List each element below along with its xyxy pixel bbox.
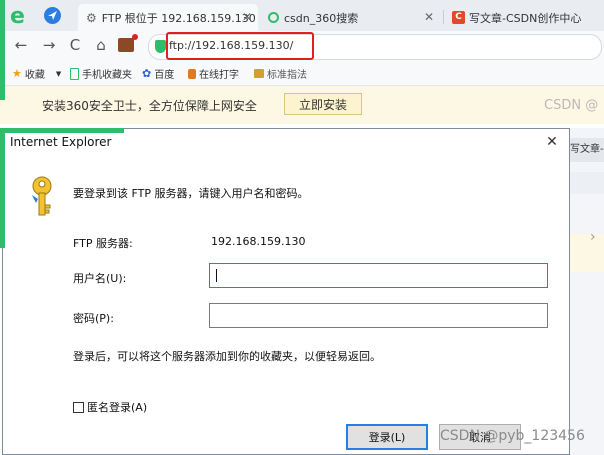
- install-button[interactable]: 立即安装: [284, 93, 362, 115]
- tab-label: FTP 根位于 192.168.159.130: [101, 11, 256, 25]
- svg-text:e: e: [10, 4, 25, 27]
- background-page: 写文章- ›: [570, 128, 604, 455]
- background-tab-fragment: 写文章-: [570, 138, 604, 162]
- green-highlight-top: [2, 128, 124, 133]
- dialog-prompt: 要登录到该 FTP 服务器，请键入用户名和密码。: [73, 187, 309, 200]
- notification-dot-icon: [132, 34, 138, 40]
- infobar-message: 安装360安全卫士，全方位保障上网安全: [42, 99, 257, 113]
- green-highlight-left-top: [0, 0, 5, 100]
- browser-logo-icon: e: [8, 3, 32, 29]
- globe-icon: ⚙: [86, 10, 97, 25]
- background-row: [570, 172, 604, 194]
- close-icon[interactable]: ✕: [424, 10, 434, 24]
- send-icon[interactable]: [44, 7, 61, 24]
- username-label: 用户名(U):: [73, 272, 127, 285]
- close-icon[interactable]: ✕: [242, 10, 252, 24]
- green-highlight-left: [0, 128, 5, 248]
- tab-csdn-write[interactable]: C 写文章-CSDN创作中心: [446, 4, 604, 31]
- tab-ftp[interactable]: ⚙ FTP 根位于 192.168.159.130 ✕: [78, 4, 258, 31]
- login-button[interactable]: 登录(L): [346, 424, 428, 450]
- chevron-down-icon: ▼: [55, 69, 62, 78]
- url-highlight-box: [166, 32, 314, 60]
- text-cursor: [216, 269, 217, 282]
- bookmark-label: 收藏: [24, 70, 45, 81]
- login-dialog: Internet Explorer ✕ 要登录到该 FTP 服务器，请键入用户名…: [2, 128, 570, 455]
- forward-icon[interactable]: →: [40, 36, 58, 54]
- close-icon[interactable]: ✕: [543, 133, 561, 151]
- password-input[interactable]: [209, 303, 548, 328]
- tab-label: 写文章-CSDN创作中心: [469, 11, 582, 25]
- tab-label: csdn_360搜索: [284, 11, 359, 25]
- csdn-icon: C: [452, 11, 465, 24]
- bookmark-label: 在线打字: [199, 70, 239, 81]
- bookmark-label: 手机收藏夹: [82, 70, 132, 81]
- background-banner: [570, 234, 604, 272]
- bookmark-typing[interactable]: 在线打字: [188, 66, 239, 81]
- shield-icon: [155, 40, 166, 53]
- home-icon[interactable]: ⌂: [92, 36, 110, 54]
- dialog-note: 登录后，可以将这个服务器添加到你的收藏夹，以便轻易返回。: [73, 350, 381, 363]
- bookmark-label: 百度: [154, 70, 175, 81]
- server-label: FTP 服务器:: [73, 237, 133, 250]
- tab-csdn-search[interactable]: csdn_360搜索 ✕: [262, 4, 440, 31]
- briefcase-icon[interactable]: [118, 38, 134, 52]
- reload-icon[interactable]: C: [66, 36, 84, 54]
- password-label: 密码(P):: [73, 312, 114, 325]
- phone-icon: [70, 67, 79, 80]
- bookmark-favorites[interactable]: ★ 收藏 ▼: [12, 66, 61, 81]
- chevron-right-icon[interactable]: ›: [590, 229, 596, 245]
- tab-divider: [443, 10, 444, 24]
- anonymous-label: 匿名登录(A): [87, 401, 148, 414]
- security-infobar: 安装360安全卫士，全方位保障上网安全 立即安装 CSDN @: [0, 86, 604, 124]
- back-icon[interactable]: ←: [12, 36, 30, 54]
- search-engine-icon: [268, 12, 279, 23]
- anonymous-checkbox[interactable]: [73, 401, 84, 413]
- tab-bar: e ⚙ FTP 根位于 192.168.159.130 ✕ csdn_360搜索…: [0, 0, 604, 31]
- bookmarks-bar: ★ 收藏 ▼ 手机收藏夹 ✿ 百度 在线打字 标准指法: [0, 61, 604, 86]
- server-value: 192.168.159.130: [211, 235, 306, 248]
- navigation-toolbar: ← → C ⌂ ftp://192.168.159.130/: [0, 31, 604, 61]
- bookmark-fingering[interactable]: 标准指法: [254, 66, 307, 81]
- key-icon: [25, 175, 59, 219]
- username-input[interactable]: [209, 263, 548, 288]
- bookmark-mobile[interactable]: 手机收藏夹: [70, 66, 132, 81]
- bookmark-label: 标准指法: [267, 70, 307, 81]
- star-icon: ★: [12, 67, 22, 80]
- anonymous-login-option[interactable]: 匿名登录(A): [73, 399, 147, 415]
- keyboard-icon: [254, 69, 264, 78]
- typing-icon: [188, 68, 196, 79]
- bookmark-baidu[interactable]: ✿ 百度: [142, 66, 174, 81]
- infobar-watermark: CSDN @: [544, 98, 599, 113]
- dialog-title: Internet Explorer: [10, 135, 112, 149]
- paw-icon: ✿: [142, 67, 152, 80]
- watermark: CSDN @pyb_123456: [440, 428, 585, 444]
